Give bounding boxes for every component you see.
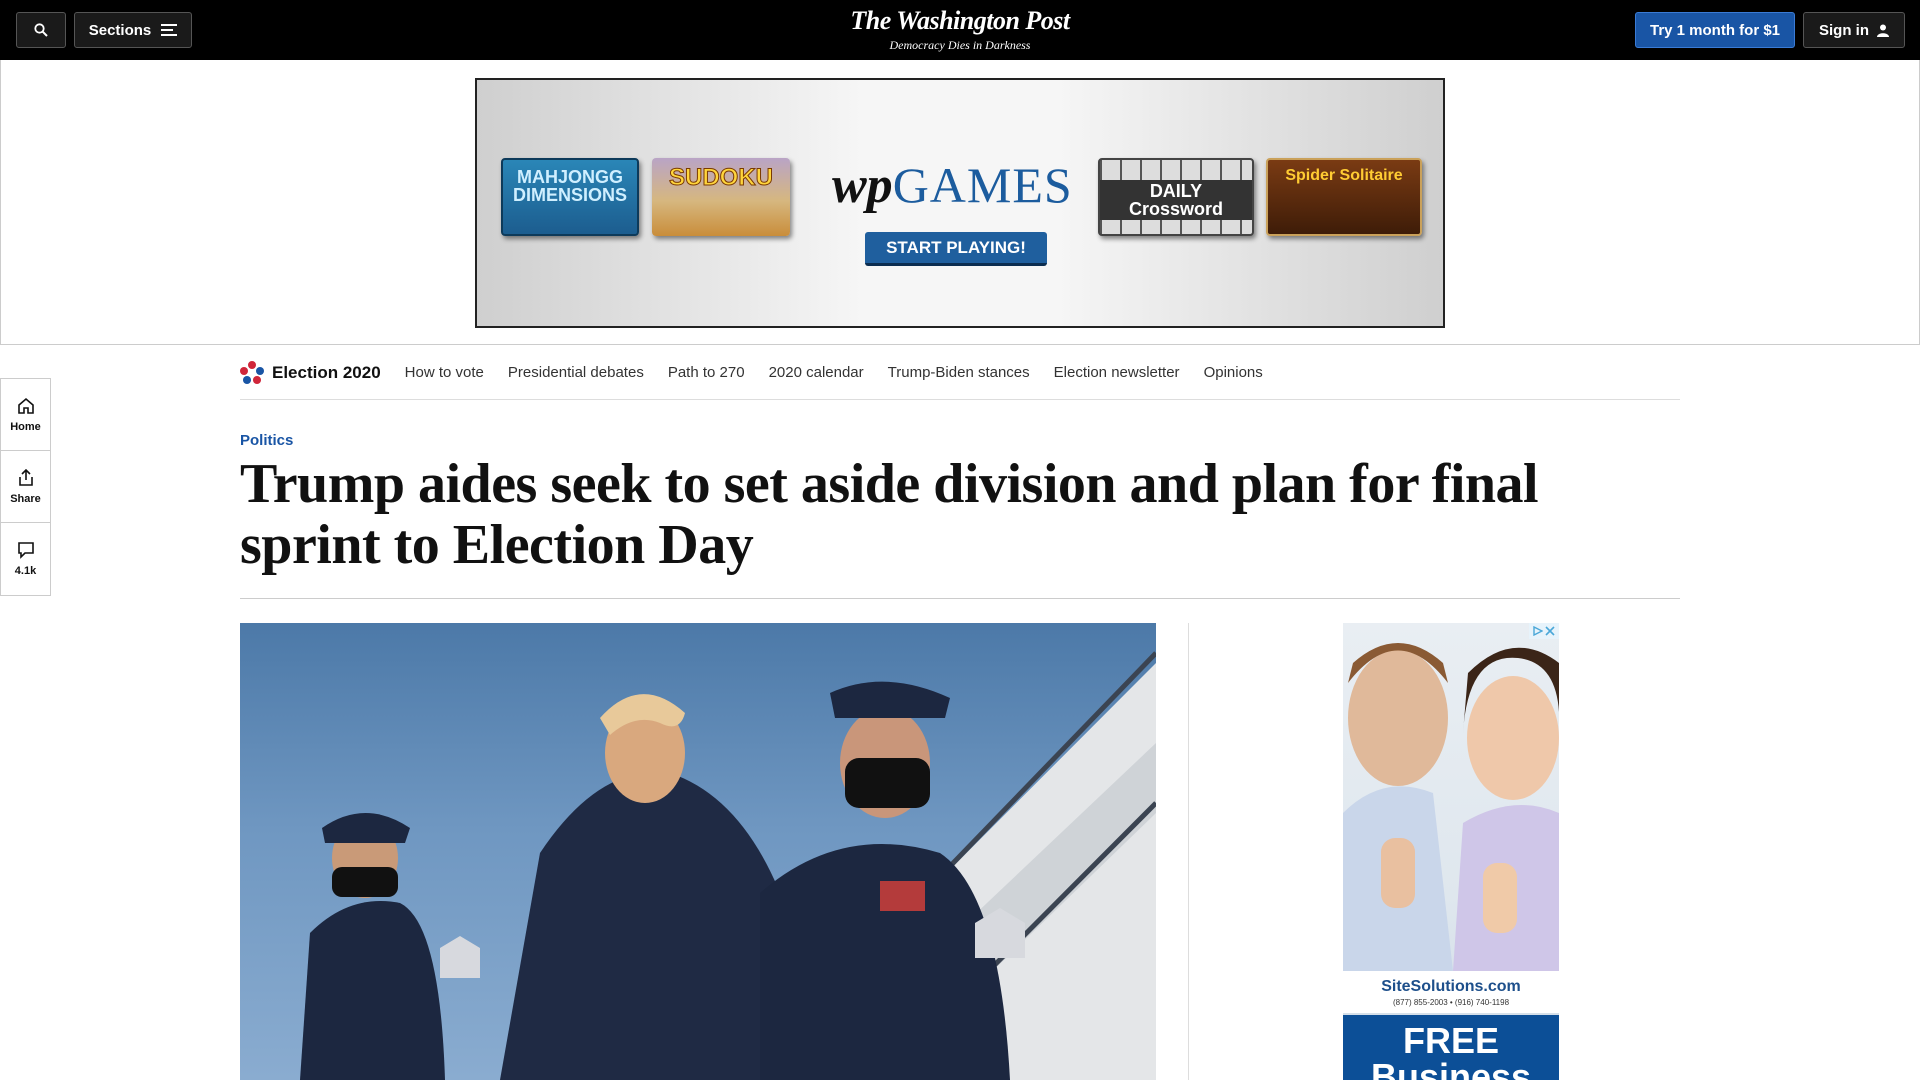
spider-solitaire-tile[interactable]: Spider Solitaire — [1266, 158, 1422, 236]
games-logo-text: GAMES — [892, 157, 1073, 213]
nav-link-path-to-270[interactable]: Path to 270 — [668, 364, 745, 381]
rail-home-label: Home — [10, 420, 41, 433]
election-2020-title: Election 2020 — [272, 362, 381, 382]
article-headline: Trump aides seek to set aside division a… — [240, 453, 1539, 576]
nav-link-trump-biden-stances[interactable]: Trump-Biden stances — [888, 364, 1030, 381]
election-nav: Election 2020 How to vote Presidential d… — [240, 346, 1680, 400]
column-divider — [1188, 623, 1189, 1080]
sign-in-label: Sign in — [1819, 21, 1869, 39]
rail-share-button[interactable]: Share — [1, 451, 50, 523]
wp-logo-mark: wp — [832, 157, 893, 214]
site-logo[interactable]: The Washington Post — [0, 6, 1920, 36]
nav-link-how-to-vote[interactable]: How to vote — [405, 364, 484, 381]
mahjongg-tile[interactable]: MAHJONGG DIMENSIONS — [501, 158, 639, 236]
masthead[interactable]: The Washington Post Democracy Dies in Da… — [0, 6, 1920, 53]
ad-people-illustration — [1343, 643, 1559, 971]
subscribe-button[interactable]: Try 1 month for $1 — [1635, 12, 1795, 48]
ad-promo-text: FREE Business — [1343, 1015, 1559, 1080]
nav-link-opinions[interactable]: Opinions — [1204, 364, 1263, 381]
ad-brand-phone: (877) 855-2003 • (916) 740-1198 — [1392, 997, 1510, 1007]
wp-games-logo: wpGAMES — [832, 160, 1073, 212]
rail-comments-button[interactable]: 4.1k — [1, 523, 50, 595]
rail-home-button[interactable]: Home — [1, 379, 50, 451]
wp-games-ad[interactable]: MAHJONGG DIMENSIONS SUDOKU wpGAMES START… — [475, 78, 1445, 328]
left-rail: Home Share 4.1k — [0, 378, 51, 596]
user-icon — [1877, 24, 1889, 37]
headline-divider — [240, 598, 1680, 599]
share-icon — [18, 468, 33, 486]
ad-choices-icon — [1533, 626, 1543, 636]
election-star-icon — [240, 360, 264, 384]
nav-link-presidential-debates[interactable]: Presidential debates — [508, 364, 644, 381]
rail-share-label: Share — [10, 492, 41, 505]
rail-comments-count: 4.1k — [14, 565, 37, 577]
top-bar: Sections The Washington Post Democracy D… — [0, 0, 1920, 60]
section-kicker[interactable]: Politics — [240, 432, 293, 449]
comment-icon — [17, 542, 34, 559]
close-icon[interactable] — [1545, 626, 1555, 636]
sudoku-tile[interactable]: SUDOKU — [652, 158, 790, 236]
nav-link-election-newsletter[interactable]: Election newsletter — [1054, 364, 1180, 381]
site-tagline: Democracy Dies in Darkness — [889, 38, 1031, 52]
election-2020-link[interactable]: Election 2020 — [240, 360, 381, 385]
home-icon — [17, 397, 34, 414]
crossword-label: DAILY Crossword — [1100, 180, 1252, 220]
start-playing-button[interactable]: START PLAYING! — [865, 232, 1047, 266]
ad-brand-bar: SiteSolutions.com (877) 855-2003 • (916)… — [1343, 971, 1559, 1013]
photo-illustration — [300, 651, 1156, 1080]
lead-photo[interactable] — [240, 623, 1156, 1080]
nav-link-2020-calendar[interactable]: 2020 calendar — [769, 364, 864, 381]
ad-brand-name: SiteSolutions.com — [1381, 977, 1521, 995]
ad-choices-badge[interactable] — [1529, 623, 1559, 639]
crossword-tile[interactable]: DAILY Crossword — [1098, 158, 1254, 236]
side-ad[interactable]: SiteSolutions.com (877) 855-2003 • (916)… — [1343, 623, 1559, 1080]
sign-in-button[interactable]: Sign in — [1803, 12, 1905, 48]
